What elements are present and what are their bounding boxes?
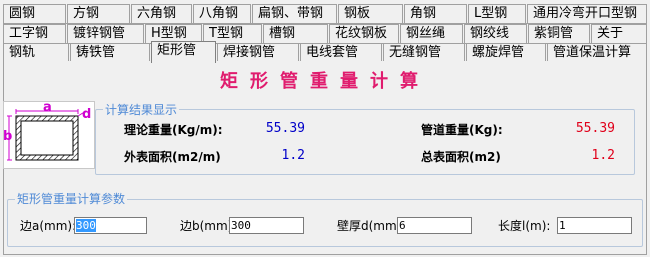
- page-title: 矩形管重量计算: [220, 71, 430, 92]
- tab-rectangular-pipe[interactable]: 矩形管: [151, 41, 216, 63]
- tab-round-steel[interactable]: 圆钢: [3, 4, 66, 23]
- side-b-label: 边b(mm):: [180, 219, 237, 233]
- length-input[interactable]: 1: [557, 217, 632, 234]
- theoretical-weight-label: 理论重量(Kg/m):: [124, 123, 223, 137]
- wall-thickness-input[interactable]: 6: [397, 217, 472, 234]
- tab-octagon-steel[interactable]: 八角钢: [193, 4, 251, 23]
- tab-about[interactable]: 关于: [591, 24, 647, 43]
- tab-bar: 圆钢 方钢 六角钢 八角钢 扁钢、带钢 钢板 角钢 L型钢 通用冷弯开口型钢 工…: [0, 0, 650, 63]
- side-a-label: 边a(mm):: [20, 219, 77, 233]
- rectangular-pipe-diagram: a b d: [3, 101, 95, 169]
- wall-thickness-label: 壁厚d(mm):: [337, 219, 406, 233]
- pipe-weight-label: 管道重量(Kg):: [421, 123, 503, 137]
- side-a-input[interactable]: 300: [74, 217, 147, 234]
- tab-rail[interactable]: 钢轨: [3, 43, 69, 62]
- pipe-weight-value: 55.39: [575, 121, 615, 136]
- surface-area-label: 外表面积(m2/m): [124, 150, 221, 164]
- tab-spiral-pipe[interactable]: 螺旋焊管: [466, 43, 546, 62]
- results-groupbox: [95, 109, 635, 175]
- tab-galvanized-pipe[interactable]: 镀锌钢管: [67, 24, 144, 43]
- side-a-value: 300: [76, 219, 96, 232]
- tab-l-steel[interactable]: L型钢: [468, 4, 526, 23]
- length-label: 长度l(m):: [498, 219, 551, 233]
- results-group-title: 计算结果显示: [103, 103, 180, 117]
- tab-copper-pipe[interactable]: 紫铜管: [528, 24, 590, 43]
- tab-insulation-calc[interactable]: 管道保温计算: [547, 43, 647, 62]
- tab-square-steel[interactable]: 方钢: [67, 4, 130, 23]
- tab-flat-steel[interactable]: 扁钢、带钢: [252, 4, 337, 23]
- tab-welded-pipe[interactable]: 焊接钢管: [217, 43, 299, 62]
- theoretical-weight-value: 55.39: [265, 121, 305, 136]
- tab-seamless-pipe[interactable]: 无缝钢管: [383, 43, 465, 62]
- diagram-label-b: b: [3, 129, 13, 144]
- surface-area-value: 1.2: [281, 148, 305, 163]
- tab-conduit[interactable]: 电线套管: [300, 43, 382, 62]
- total-surface-label: 总表面积(m2): [421, 150, 501, 164]
- tab-cold-formed-steel[interactable]: 通用冷弯开口型钢: [527, 4, 647, 23]
- tab-i-beam[interactable]: 工字钢: [3, 24, 66, 43]
- tab-checkered-plate[interactable]: 花纹钢板: [329, 24, 399, 43]
- tab-angle-steel[interactable]: 角钢: [404, 4, 467, 23]
- side-b-input[interactable]: 300: [229, 217, 304, 234]
- diagram-label-d: d: [82, 107, 92, 122]
- total-surface-value: 1.2: [591, 148, 615, 163]
- tab-channel-steel[interactable]: 槽钢: [263, 24, 328, 43]
- tab-wire-rope[interactable]: 钢丝绳: [400, 24, 463, 43]
- tab-strand[interactable]: 钢绞线: [464, 24, 527, 43]
- diagram-label-a: a: [43, 100, 52, 115]
- tab-hexagon-steel[interactable]: 六角钢: [131, 4, 192, 23]
- tab-cast-iron-pipe[interactable]: 铸铁管: [70, 43, 150, 62]
- params-group-title: 矩形管重量计算参数: [15, 192, 128, 206]
- tab-steel-plate[interactable]: 钢板: [338, 4, 403, 23]
